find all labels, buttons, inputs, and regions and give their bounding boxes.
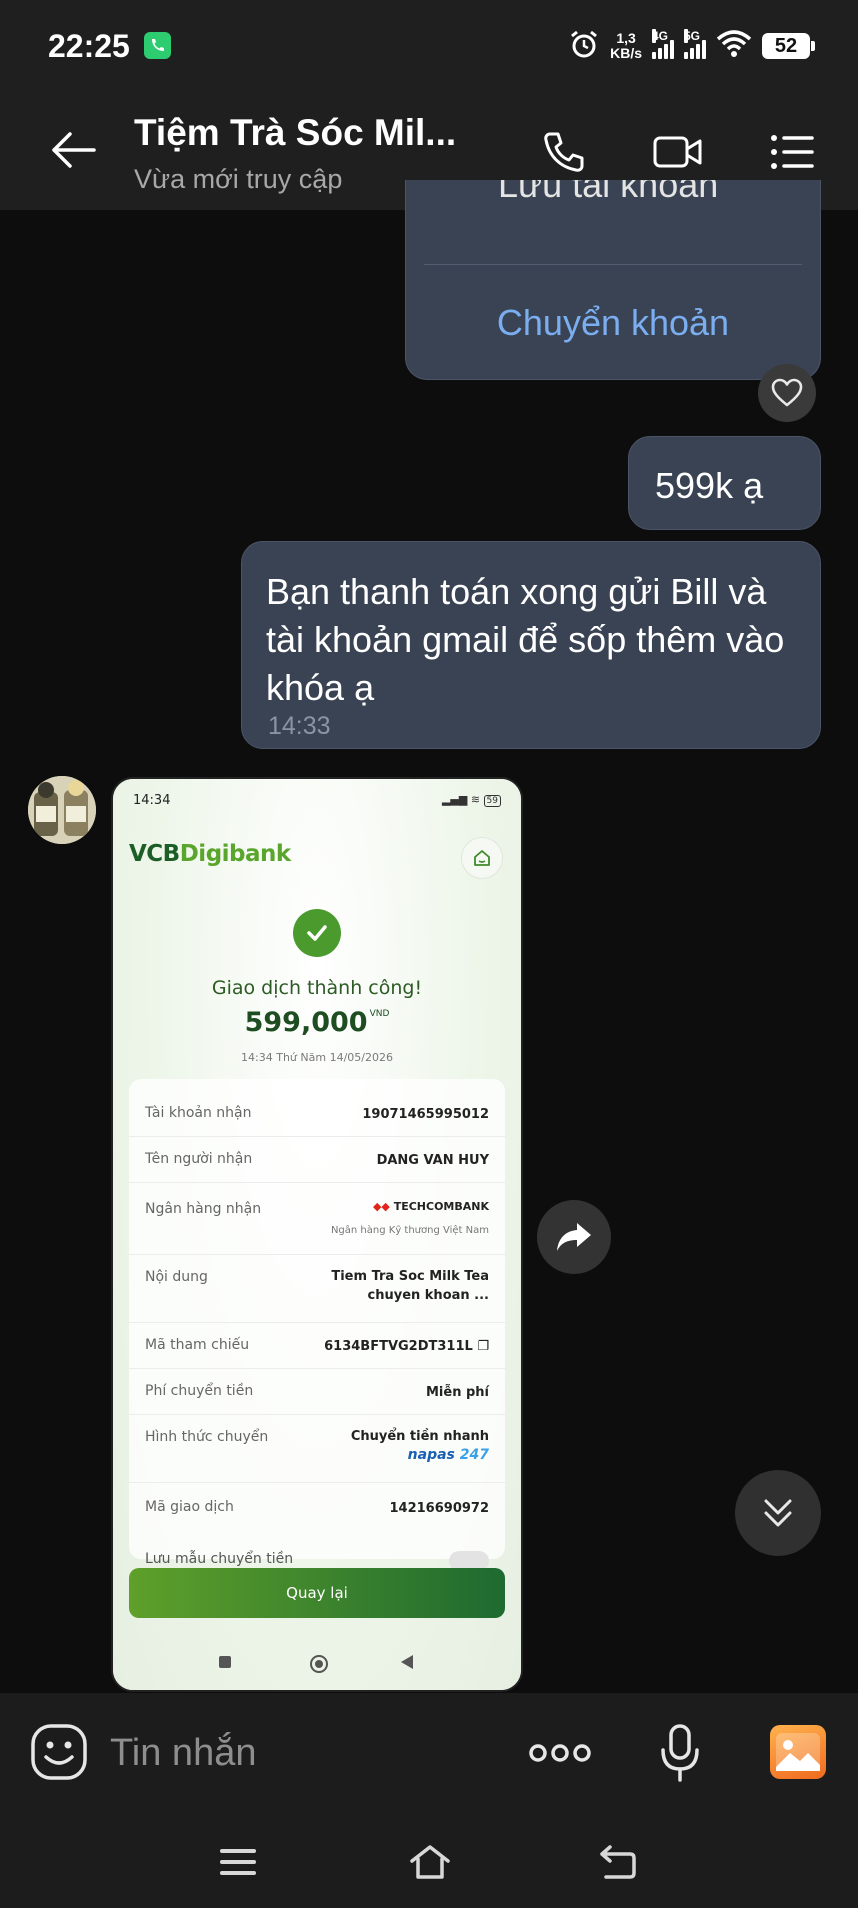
receipt-nav-bar: [113, 1654, 521, 1674]
back-icon[interactable]: [598, 1843, 638, 1881]
avatar[interactable]: [28, 776, 96, 844]
receipt-status-icons: ▂▄▆ ≋ 59: [442, 793, 501, 807]
vcb-digibank-logo: VCBDigibank: [129, 841, 291, 867]
payment-request-message[interactable]: Bạn thanh toán xong gửi Bill và tài khoả…: [241, 541, 821, 749]
save-account-label[interactable]: Lưu tài khoản: [498, 180, 718, 206]
call-notification-icon: [144, 32, 171, 59]
transaction-datetime: 14:34 Thứ Năm 14/05/2026: [241, 1051, 393, 1064]
transaction-amount: 599,000 VND: [244, 1007, 390, 1038]
network-speed: 1,3 KB/s: [610, 30, 642, 61]
phone-icon[interactable]: [540, 128, 588, 176]
heart-react-icon[interactable]: [758, 364, 816, 422]
recent-apps-icon[interactable]: [218, 1843, 258, 1881]
status-time: 22:25: [48, 28, 130, 64]
divider: [424, 264, 802, 265]
chat-title[interactable]: Tiệm Trà Sóc Mil...: [134, 112, 456, 154]
napas-logo: napas 247: [407, 1447, 489, 1463]
transfer-link[interactable]: Chuyển khoản: [406, 302, 820, 344]
alarm-icon: [568, 28, 600, 65]
status-bar: 22:25 1,3 KB/s 4G 5G 52: [0, 0, 858, 92]
home-icon: [309, 1654, 329, 1678]
recent-apps-icon: [218, 1654, 232, 1673]
wifi-icon: [716, 29, 752, 64]
message-text: Bạn thanh toán xong gửi Bill và tài khoả…: [266, 571, 785, 708]
back-arrow-icon[interactable]: [50, 130, 96, 170]
battery-icon: 52: [762, 33, 815, 59]
emoji-icon[interactable]: [30, 1723, 88, 1781]
message-text: 599k ạ: [655, 465, 764, 506]
receipt-battery: 59: [483, 795, 501, 807]
microphone-icon[interactable]: [660, 1723, 700, 1783]
detail-row: Mã tham chiếu 6134BFTVG2DT311L ❐: [129, 1323, 505, 1369]
receipt-back-button: Quay lại: [129, 1568, 505, 1618]
bank-account-card-message: Lưu tài khoản Chuyển khoản: [405, 180, 821, 380]
detail-row: Nội dung Tiem Tra Soc Milk Tea chuyen kho…: [129, 1255, 505, 1323]
home-icon: [461, 837, 503, 879]
save-template-label: Lưu mẫu chuyển tiền: [145, 1551, 294, 1567]
video-call-icon[interactable]: [652, 128, 702, 176]
detail-row: Phí chuyển tiền Miễn phí: [129, 1369, 505, 1415]
more-icon[interactable]: [528, 1733, 592, 1773]
menu-icon[interactable]: [768, 128, 816, 176]
forward-share-icon[interactable]: [537, 1200, 611, 1274]
back-icon: [399, 1654, 415, 1674]
message-time: 14:33: [268, 712, 331, 740]
receipt-image[interactable]: 14:34 ▂▄▆ ≋ 59 VCBDigibank Giao dịch thà…: [111, 777, 523, 1692]
receipt-status-time: 14:34: [133, 793, 171, 808]
copy-icon[interactable]: ❐: [477, 1339, 489, 1354]
signal-icon: 4G: [652, 29, 674, 59]
detail-row: Mã giao dịch 14216690972: [145, 1499, 489, 1516]
detail-row: Ngân hàng nhận ◆◆ TECHCOMBANK Ngân hàng …: [129, 1183, 505, 1255]
signal-icon: 5G: [684, 29, 706, 59]
home-icon[interactable]: [408, 1843, 450, 1881]
detail-row: Tên người nhận DANG VAN HUY: [129, 1137, 505, 1183]
detail-row: Tài khoản nhận 19071465995012: [129, 1091, 505, 1137]
message-input-bar: [0, 1693, 858, 1815]
detail-row: Hình thức chuyển Chuyển tiền nhanh napas …: [129, 1415, 505, 1483]
system-nav-bar: [0, 1815, 858, 1908]
price-message[interactable]: 599k ạ: [628, 436, 821, 530]
techcombank-logo-icon: ◆◆: [372, 1200, 390, 1213]
gallery-icon[interactable]: [770, 1725, 826, 1779]
success-check-icon: [293, 909, 341, 957]
scroll-to-bottom-icon[interactable]: [735, 1470, 821, 1556]
last-seen-status: Vừa mới truy cập: [134, 164, 343, 194]
message-input[interactable]: [110, 1723, 490, 1783]
transaction-status: Giao dịch thành công!: [211, 977, 423, 999]
